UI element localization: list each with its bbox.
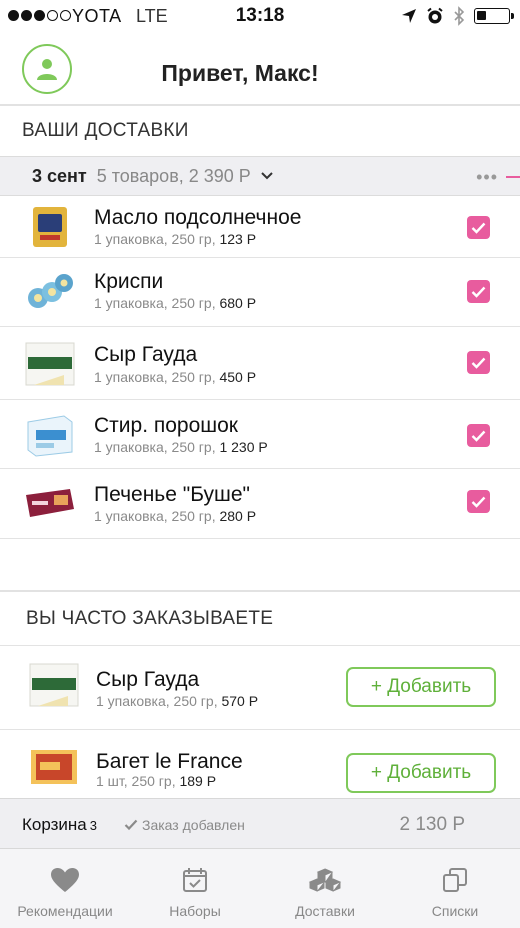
tab-deliveries[interactable]: Доставки xyxy=(260,849,390,928)
checkmark-icon xyxy=(124,819,138,831)
deliveries-section-title: ВАШИ ДОСТАВКИ xyxy=(0,104,520,156)
battery-icon xyxy=(474,8,514,24)
item-price: 1 230 Р xyxy=(219,439,268,455)
item-price: 680 Р xyxy=(219,295,257,311)
delivery-item[interactable]: Печенье "Буше" 1 упаковка, 250 гр, 280 Р xyxy=(0,469,520,539)
delivery-date-selector[interactable]: 3 сент 5 товаров, 2 390 Р ••• xyxy=(0,156,520,196)
item-name: Масло подсолнечное xyxy=(94,206,302,229)
add-to-cart-button[interactable]: + Добавить xyxy=(346,753,496,793)
item-details: 1 упаковка, 250 гр, 450 Р xyxy=(94,369,257,385)
item-price: 570 Р xyxy=(221,693,259,709)
header: Привет, Макс! xyxy=(0,34,520,104)
delivery-item[interactable]: Масло подсолнечное 1 упаковка, 250 гр, 1… xyxy=(0,197,520,258)
greeting-title: Привет, Макс! xyxy=(161,60,319,86)
tab-recommendations[interactable]: Рекомендации xyxy=(0,849,130,928)
status-icons xyxy=(401,6,514,26)
boxes-icon xyxy=(308,868,342,892)
lists-icon xyxy=(443,868,467,892)
tab-lists[interactable]: Списки xyxy=(390,849,520,928)
item-name: Багет le France xyxy=(96,750,243,773)
bluetooth-icon xyxy=(454,6,465,26)
item-details: 1 упаковка, 250 гр, 280 Р xyxy=(94,508,257,524)
product-thumbnail-cheese xyxy=(29,663,79,707)
checkmark-icon xyxy=(471,286,486,298)
item-details: 1 упаковка, 250 гр, 680 Р xyxy=(94,295,257,311)
item-checkbox[interactable] xyxy=(467,424,490,447)
tab-label: Доставки xyxy=(295,903,355,919)
page-indicator xyxy=(506,176,520,178)
product-thumbnail-cookies xyxy=(26,489,74,517)
tab-label: Списки xyxy=(431,903,479,919)
chevron-down-icon xyxy=(261,172,273,180)
location-arrow-icon xyxy=(402,9,416,23)
tab-bar: Рекомендации Наборы Доставки Списки xyxy=(0,848,520,928)
item-checkbox[interactable] xyxy=(467,280,490,303)
item-details: 1 упаковка, 250 гр, 570 Р xyxy=(96,693,259,709)
frequent-item[interactable]: Багет le France 1 шт, 250 гр, 189 Р + До… xyxy=(0,730,520,798)
item-name: Печенье "Буше" xyxy=(94,483,251,506)
delivery-item[interactable]: Стир. порошок 1 упаковка, 250 гр, 1 230 … xyxy=(0,400,520,469)
item-name: Сыр Гауда xyxy=(96,668,200,691)
product-thumbnail-cheese xyxy=(25,342,75,386)
item-details: 1 упаковка, 250 гр, 1 230 Р xyxy=(94,439,268,455)
heart-icon xyxy=(51,868,79,892)
item-price: 189 Р xyxy=(179,773,217,789)
item-checkbox[interactable] xyxy=(467,351,490,374)
item-details: 1 шт, 250 гр, 189 Р xyxy=(96,773,217,789)
frequent-item[interactable]: Сыр Гауда 1 упаковка, 250 гр, 570 Р + До… xyxy=(0,646,520,730)
add-to-cart-button[interactable]: + Добавить xyxy=(346,667,496,707)
alarm-icon xyxy=(427,7,443,24)
tab-sets[interactable]: Наборы xyxy=(130,849,260,928)
cart-total: 2 130 Р xyxy=(399,814,466,835)
product-thumbnail-oil xyxy=(33,207,67,247)
cart-count: 3 xyxy=(89,818,97,833)
cart-status: Заказ добавлен xyxy=(124,817,245,833)
delivery-item[interactable]: Сыр Гауда 1 упаковка, 250 гр, 450 Р xyxy=(0,327,520,400)
item-price: 450 Р xyxy=(219,369,257,385)
delivery-summary: 5 товаров, 2 390 Р xyxy=(96,165,251,186)
tab-label: Наборы xyxy=(169,903,221,919)
checkmark-icon xyxy=(471,222,486,234)
cart-label: Корзина 3 xyxy=(22,815,97,834)
item-price: 123 Р xyxy=(219,231,257,247)
tab-label: Рекомендации xyxy=(17,903,113,919)
item-name: Криспи xyxy=(94,270,164,293)
product-thumbnail-baguette xyxy=(31,750,77,784)
item-checkbox[interactable] xyxy=(467,490,490,513)
frequent-section-title: ВЫ ЧАСТО ЗАКАЗЫВАЕТЕ xyxy=(0,590,520,646)
item-name: Стир. порошок xyxy=(94,414,238,437)
status-bar: YOTA LTE 13:18 xyxy=(0,0,520,34)
item-checkbox[interactable] xyxy=(467,216,490,239)
more-options-icon[interactable]: ••• xyxy=(476,167,498,188)
item-price: 280 Р xyxy=(219,508,257,524)
product-thumbnail-crisps xyxy=(28,274,73,308)
product-thumbnail-detergent xyxy=(27,415,73,457)
delivery-date: 3 сент xyxy=(32,165,87,186)
checkmark-icon xyxy=(471,430,486,442)
checkmark-icon xyxy=(471,357,486,369)
delivery-item[interactable]: Криспи 1 упаковка, 250 гр, 680 Р xyxy=(0,258,520,327)
calendar-icon xyxy=(183,868,207,892)
item-details: 1 упаковка, 250 гр, 123 Р xyxy=(94,231,257,247)
checkmark-icon xyxy=(471,496,486,508)
cart-bar[interactable]: Корзина 3 Заказ добавлен 2 130 Р xyxy=(0,798,520,848)
item-name: Сыр Гауда xyxy=(94,343,198,366)
